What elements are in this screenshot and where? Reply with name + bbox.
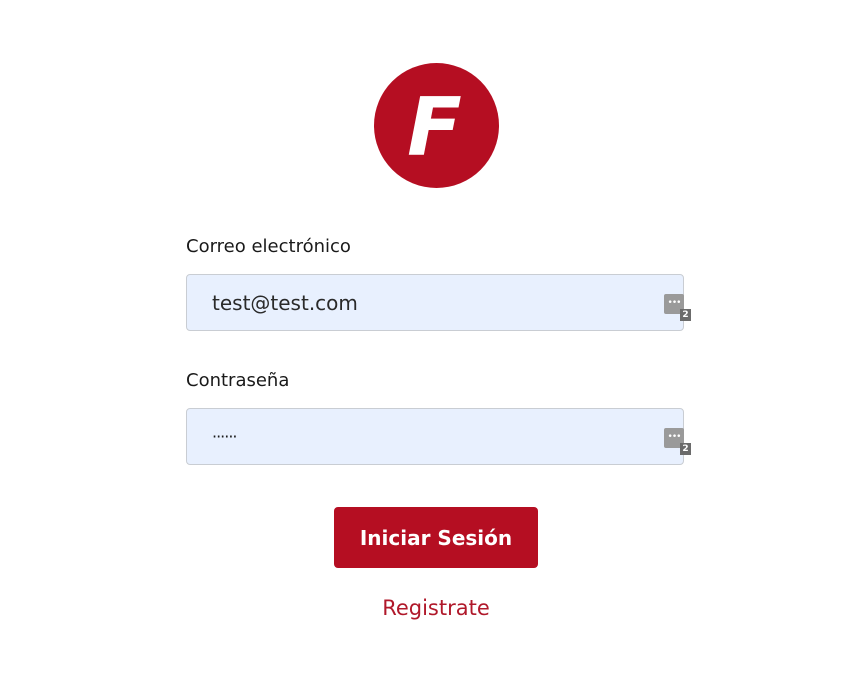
password-manager-count-badge: 2 [680, 309, 691, 321]
email-label: Correo electrónico [186, 236, 351, 257]
brand-logo: F [374, 63, 499, 188]
brand-logo-letter: F [407, 80, 462, 174]
password-field-container: ••• 2 [186, 408, 691, 465]
password-field[interactable] [187, 409, 647, 464]
password-manager-count-badge: 2 [680, 443, 691, 455]
login-page: F Correo electrónico ••• 2 Contraseña ••… [0, 0, 858, 688]
password-label: Contraseña [186, 370, 290, 391]
register-link[interactable]: Registrate [336, 596, 536, 620]
password-manager-icon[interactable]: ••• 2 [664, 294, 691, 321]
login-button[interactable]: Iniciar Sesión [334, 507, 538, 568]
email-field[interactable] [187, 275, 647, 330]
email-field-container: ••• 2 [186, 274, 691, 331]
password-manager-icon[interactable]: ••• 2 [664, 428, 691, 455]
